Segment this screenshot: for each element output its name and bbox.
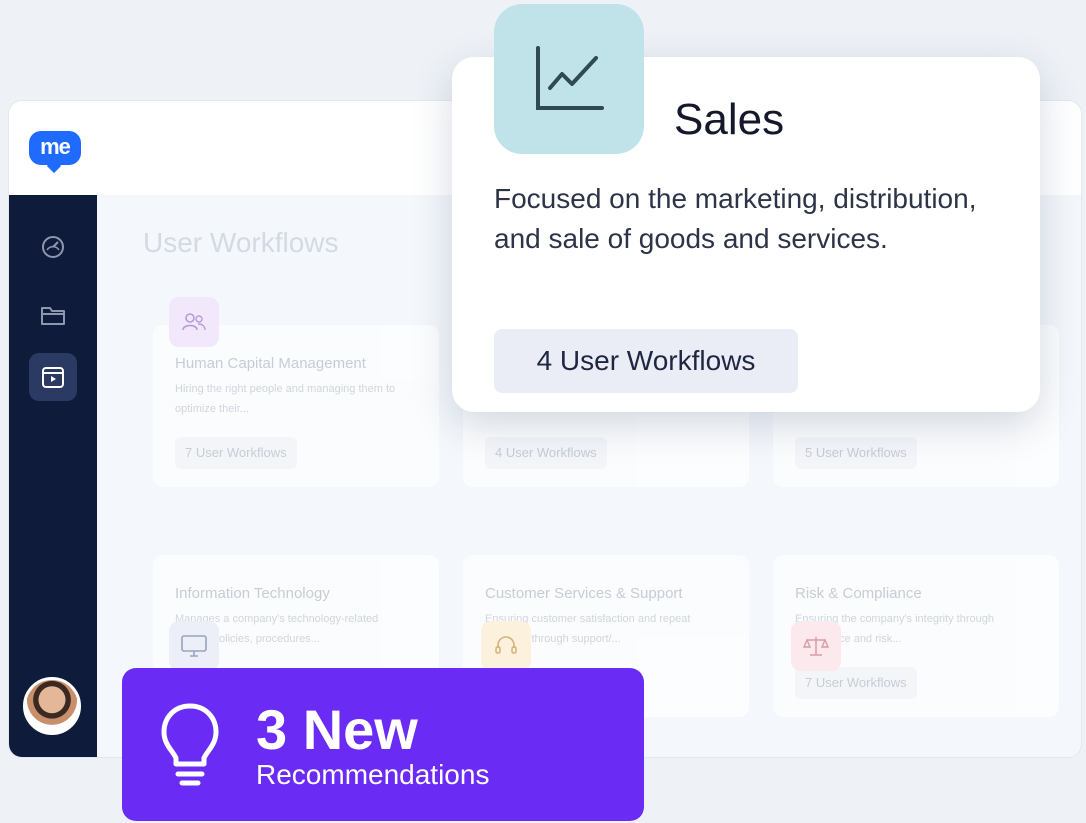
card-badge: 5 User Workflows — [795, 437, 917, 469]
card-title: Customer Services & Support — [485, 585, 683, 602]
sales-title: Sales — [674, 95, 785, 144]
sidebar-item-folder[interactable] — [29, 291, 77, 339]
lightbulb-icon — [161, 703, 219, 786]
line-chart-icon — [494, 4, 644, 154]
card-badge: 7 User Workflows — [175, 437, 297, 469]
sales-workflows-badge[interactable]: 4 User Workflows — [494, 329, 798, 393]
app-logo[interactable]: me — [29, 131, 81, 165]
monitor-icon — [169, 621, 219, 671]
card-badge: 4 User Workflows — [485, 437, 607, 469]
workflow-card[interactable]: Human Capital Management Hiring the righ… — [153, 325, 439, 487]
card-title: Risk & Compliance — [795, 585, 922, 602]
sidebar-item-workflows[interactable] — [29, 353, 77, 401]
user-avatar[interactable] — [23, 677, 81, 735]
headset-icon — [481, 621, 531, 671]
page-title: User Workflows — [143, 227, 339, 258]
scale-icon — [791, 621, 841, 671]
card-description: Hiring the right people and managing the… — [175, 383, 396, 415]
card-badge: 7 User Workflows — [795, 667, 917, 699]
recommendations-count: 3 New — [256, 698, 418, 761]
sales-description: Focused on the marketing, distribution, … — [494, 183, 977, 254]
workflow-icon — [42, 367, 64, 388]
card-title: Information Technology — [175, 585, 330, 602]
folder-icon — [41, 307, 65, 325]
recommendations-label: Recommendations — [256, 759, 490, 790]
dashboard-icon — [42, 236, 64, 258]
card-title: Human Capital Management — [175, 355, 366, 372]
sidebar — [9, 195, 97, 757]
recommendations-banner[interactable]: 3 New Recommendations — [122, 668, 644, 821]
users-icon — [169, 297, 219, 347]
sidebar-item-dashboard[interactable] — [29, 223, 77, 271]
